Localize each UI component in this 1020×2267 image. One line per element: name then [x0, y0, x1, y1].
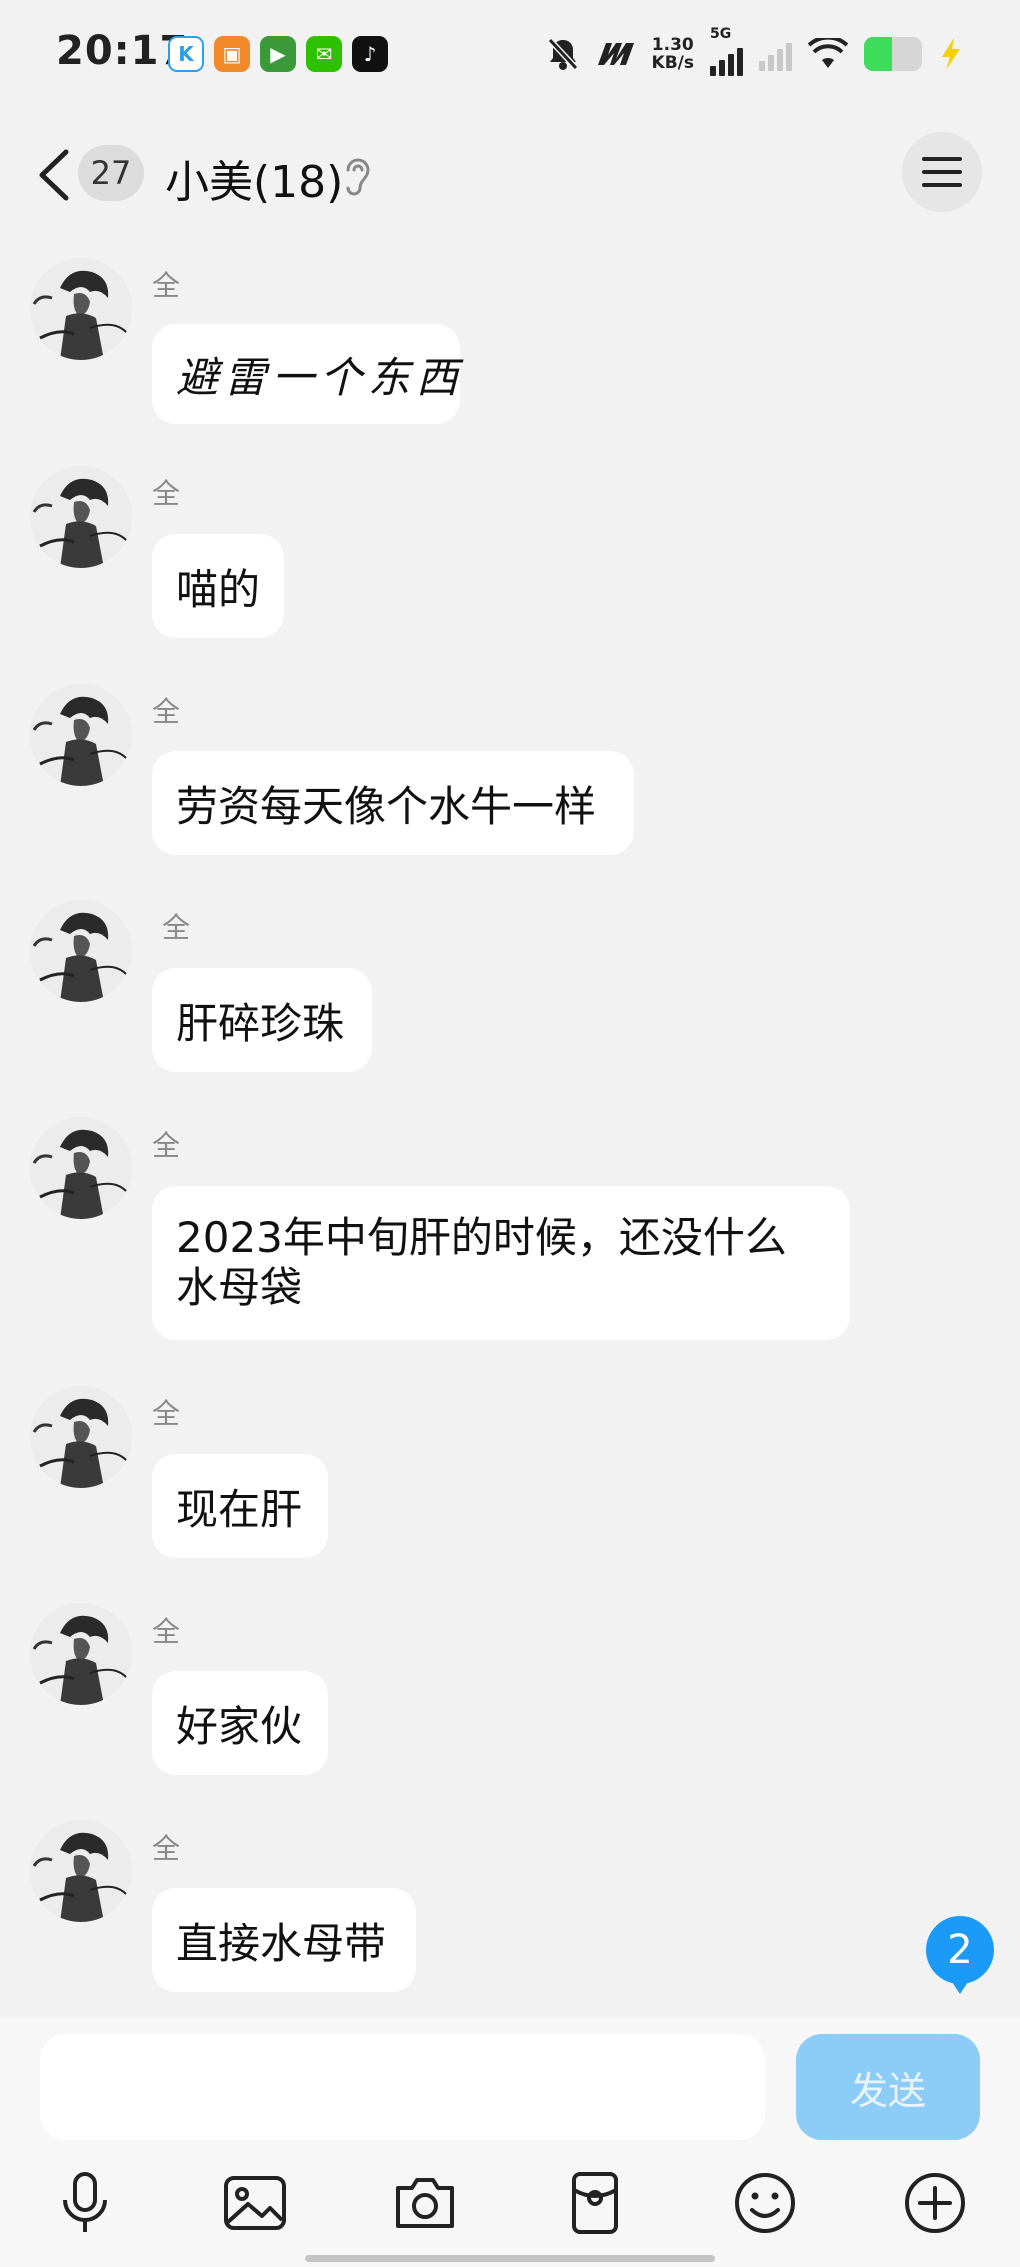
composer-toolbar [0, 2168, 1020, 2238]
status-bar: 20:17 K ▣ ▶ ✉ ♪ 1.30 KB/s 5G [0, 0, 1020, 110]
charging-bolt-icon [942, 38, 960, 70]
wechat-icon: ✉ [306, 36, 342, 72]
m-app-icon [597, 43, 634, 65]
cellular-signal-5g: 5G [710, 26, 743, 76]
sender-name: 全 [152, 477, 181, 510]
avatar[interactable] [30, 1820, 132, 1922]
sender-name: 全 [152, 1397, 181, 1430]
sender-name: 全 [162, 911, 191, 944]
avatar[interactable] [30, 900, 132, 1002]
avatar[interactable] [30, 684, 132, 786]
emoji-icon[interactable] [730, 2168, 800, 2238]
sender-name: 全 [152, 1832, 181, 1865]
send-button[interactable]: 发送 [796, 2034, 980, 2140]
message-bubble[interactable]: 喵的 [152, 534, 284, 638]
message-bubble[interactable]: 好家伙 [152, 1671, 328, 1775]
sender-name: 全 [152, 1615, 181, 1648]
chat-title[interactable]: 小美(18) [165, 146, 343, 210]
k-app-icon: K [168, 36, 204, 72]
plus-icon[interactable] [900, 2168, 970, 2238]
image-icon[interactable] [220, 2168, 290, 2238]
red-packet-icon[interactable] [560, 2168, 630, 2238]
tiktok-icon: ♪ [352, 36, 388, 72]
shop-app-icon: ▣ [214, 36, 250, 72]
message-bubble[interactable]: 劳资每天像个水牛一样 [152, 751, 634, 855]
network-type: 5G [710, 26, 732, 42]
sender-name: 全 [152, 1129, 181, 1162]
message-bubble[interactable]: 避雷一个东西 [152, 324, 460, 424]
net-speed-value: 1.30 [651, 35, 694, 55]
menu-icon [922, 157, 962, 161]
microphone-icon[interactable] [50, 2168, 120, 2238]
chat-header: 27 小美(18) [0, 110, 1020, 240]
chat-menu-button[interactable] [902, 132, 982, 212]
avatar[interactable] [30, 1603, 132, 1705]
video-app-icon: ▶ [260, 36, 296, 72]
sender-name: 全 [152, 269, 181, 302]
signal-bars-secondary-icon [759, 37, 792, 71]
camera-icon[interactable] [390, 2168, 460, 2238]
home-indicator[interactable] [305, 2255, 715, 2262]
net-speed-unit: KB/s [651, 53, 694, 73]
avatar[interactable] [30, 466, 132, 568]
net-speed: 1.30 KB/s [652, 36, 694, 72]
status-indicators: 1.30 KB/s 5G [546, 26, 964, 76]
avatar[interactable] [30, 258, 132, 360]
notification-app-icons: K ▣ ▶ ✉ ♪ [168, 36, 388, 72]
wifi-icon [808, 38, 848, 68]
composer: 发送 [0, 2018, 1020, 2267]
message-bubble[interactable]: 现在肝 [152, 1454, 328, 1558]
message-bubble[interactable]: 2023年中旬肝的时候，还没什么水母袋 [152, 1186, 850, 1340]
unread-count-badge[interactable]: 27 [78, 145, 144, 201]
mute-bell-icon [547, 37, 578, 71]
message-bubble[interactable]: 肝碎珍珠 [152, 968, 372, 1072]
signal-bars-icon [710, 42, 743, 76]
back-chevron-icon[interactable] [30, 140, 80, 210]
battery-icon [864, 37, 922, 71]
new-messages-badge[interactable]: 2 [926, 1916, 994, 1994]
avatar[interactable] [30, 1386, 132, 1488]
ear-icon[interactable] [338, 154, 378, 198]
message-input[interactable] [40, 2034, 765, 2140]
sender-name: 全 [152, 695, 181, 728]
message-bubble[interactable]: 直接水母带 [152, 1888, 416, 1992]
avatar[interactable] [30, 1117, 132, 1219]
